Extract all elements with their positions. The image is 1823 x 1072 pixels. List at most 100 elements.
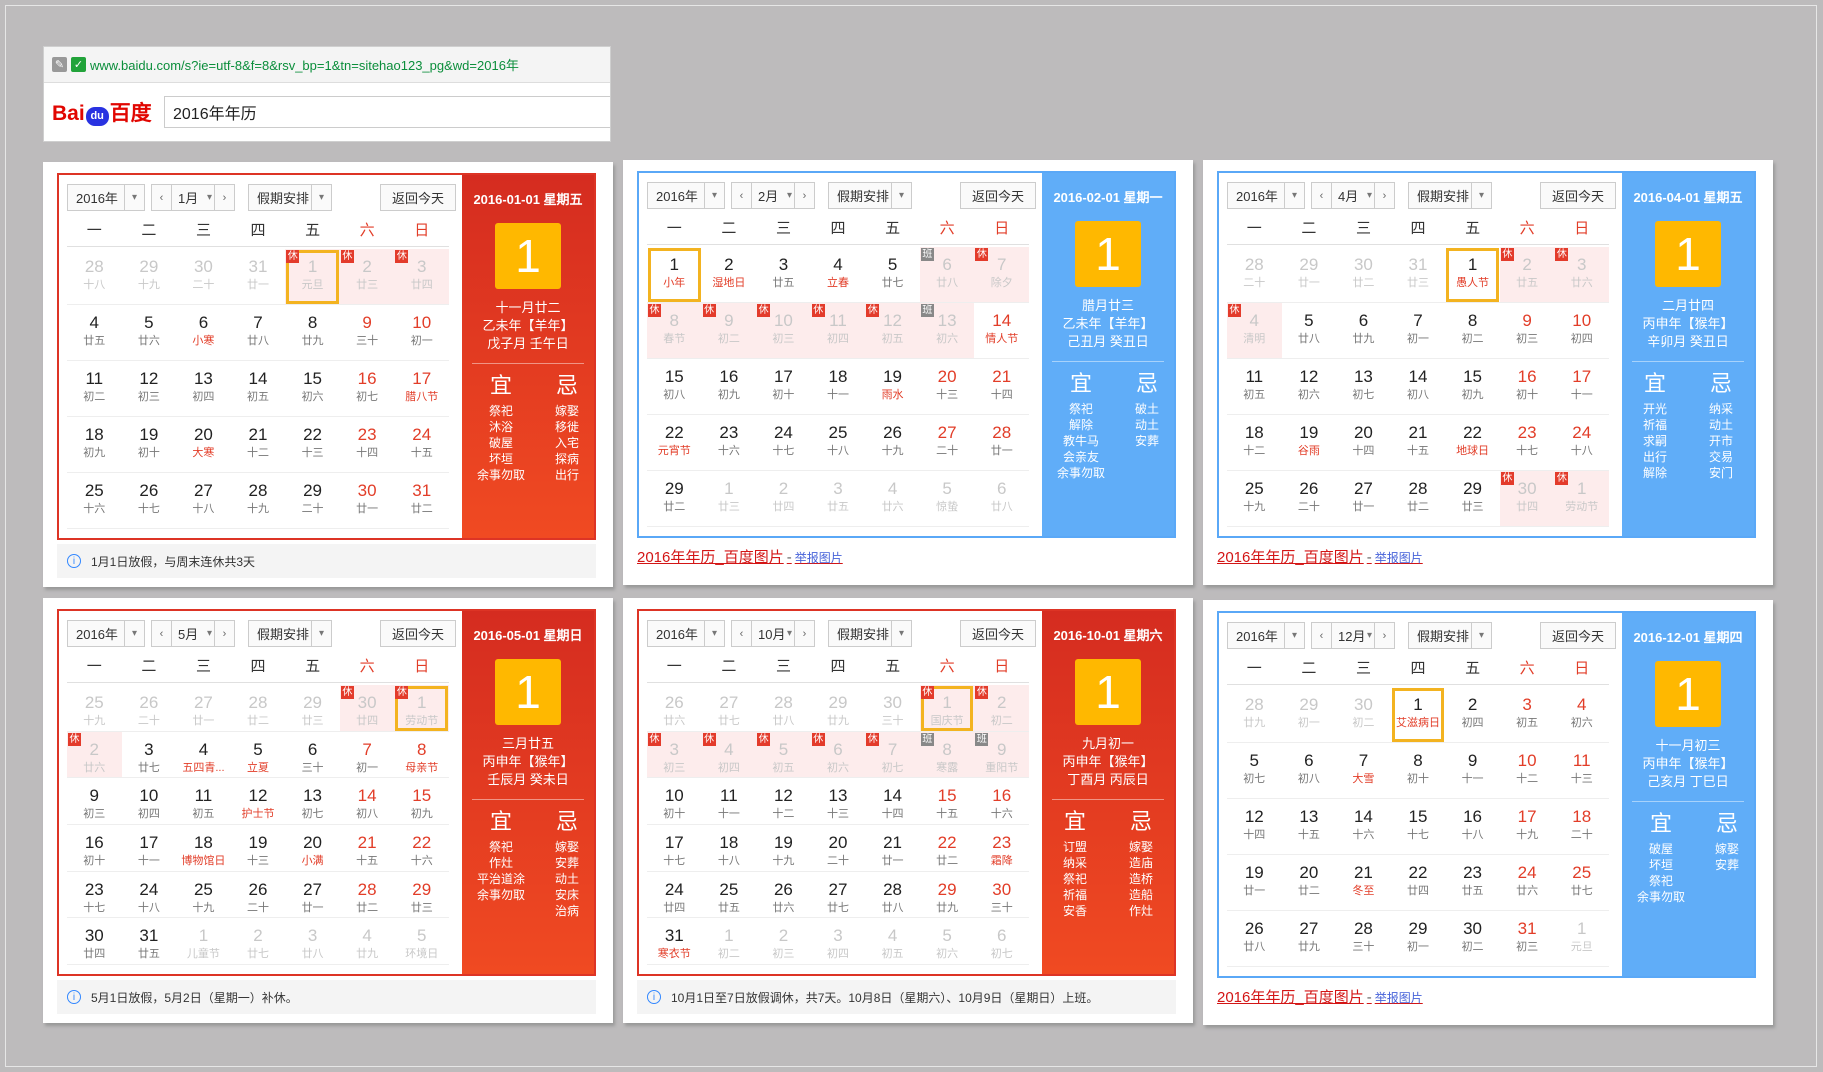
day-cell[interactable]: 25 十九: [1227, 471, 1282, 527]
day-cell[interactable]: 20 十四: [1336, 415, 1391, 471]
prev-month-icon[interactable]: ‹: [1312, 623, 1332, 648]
year-select[interactable]: 2016年 ▾: [647, 182, 725, 209]
day-cell[interactable]: 班 8 寒露: [919, 731, 975, 779]
day-cell[interactable]: 26 廿六: [756, 872, 811, 919]
day-cell[interactable]: 休 9 初二: [701, 303, 757, 359]
day-cell[interactable]: 26 廿八: [1227, 911, 1282, 967]
day-cell[interactable]: 10 初十: [647, 778, 702, 825]
day-cell[interactable]: 31 寒衣节: [647, 918, 702, 965]
day-cell[interactable]: 28 十九: [230, 473, 286, 529]
day-cell[interactable]: 13 初七: [1336, 359, 1391, 415]
day-cell[interactable]: 31 廿五: [121, 918, 177, 965]
back-to-today-button[interactable]: 返回今天: [380, 620, 456, 647]
day-cell[interactable]: 24 廿四: [647, 872, 702, 919]
day-cell[interactable]: 21 十五: [1390, 415, 1446, 471]
day-cell[interactable]: 18 十二: [1227, 415, 1282, 471]
day-cell[interactable]: 21 十二: [230, 417, 286, 473]
day-cell[interactable]: 19 谷雨: [1281, 415, 1337, 471]
day-cell[interactable]: 16 初十: [67, 825, 122, 872]
day-cell[interactable]: 21 廿一: [865, 825, 920, 872]
day-cell[interactable]: 4 廿六: [865, 471, 920, 527]
day-cell[interactable]: 29 廿三: [285, 685, 340, 732]
day-cell[interactable]: 7 大雪: [1336, 743, 1391, 799]
day-cell[interactable]: 休 2 初二: [974, 685, 1029, 732]
day-cell[interactable]: 18 初九: [67, 417, 122, 473]
day-cell[interactable]: 16 十六: [974, 778, 1029, 825]
day-cell[interactable]: 28 廿一: [974, 415, 1029, 471]
day-cell[interactable]: 31 廿三: [1390, 247, 1446, 303]
day-cell[interactable]: 14 情人节: [974, 303, 1029, 359]
day-cell[interactable]: 30 廿二: [1336, 247, 1391, 303]
day-cell[interactable]: 20 廿二: [1281, 855, 1337, 911]
day-cell[interactable]: 4 初五: [865, 918, 920, 965]
day-cell[interactable]: 11 初五: [176, 778, 231, 825]
day-cell[interactable]: 2 湿地日: [701, 247, 757, 303]
day-cell[interactable]: 23 十七: [67, 872, 122, 919]
day-cell[interactable]: 14 初五: [230, 361, 286, 417]
year-select[interactable]: 2016年 ▾: [1227, 622, 1305, 649]
day-cell[interactable]: 5 廿六: [121, 305, 177, 361]
day-cell[interactable]: 休 12 初五: [865, 303, 920, 359]
day-cell[interactable]: 17 十九: [1499, 799, 1555, 855]
day-cell[interactable]: 28 廿九: [1227, 687, 1282, 743]
day-cell[interactable]: 6 小寒: [176, 305, 231, 361]
month-select-value-box[interactable]: 10月 ▾: [752, 621, 794, 646]
day-cell[interactable]: 10 初四: [121, 778, 177, 825]
day-cell[interactable]: 29 廿九: [810, 685, 866, 732]
day-cell[interactable]: 12 初六: [1281, 359, 1337, 415]
day-cell[interactable]: 27 廿九: [1281, 911, 1337, 967]
day-cell[interactable]: 10 初四: [1554, 303, 1609, 359]
day-cell[interactable]: 1 艾滋病日: [1390, 687, 1446, 743]
day-cell[interactable]: 休 2 廿六: [67, 731, 122, 779]
day-cell[interactable]: 28 十八: [67, 249, 122, 305]
day-cell[interactable]: 24 十八: [121, 872, 177, 919]
holiday-select[interactable]: 假期安排 ▾: [248, 184, 332, 211]
day-cell[interactable]: 22 十六: [394, 825, 449, 872]
month-select[interactable]: ‹ 12月 ▾ ›: [1311, 622, 1395, 649]
day-cell[interactable]: 4 廿九: [339, 918, 395, 965]
image-source-title[interactable]: 2016年年历_百度图片: [637, 549, 784, 566]
month-select-value-box[interactable]: 12月 ▾: [1332, 623, 1374, 648]
day-cell[interactable]: 10 初一: [394, 305, 449, 361]
day-cell[interactable]: 21 十四: [974, 359, 1029, 415]
day-cell[interactable]: 休 3 初三: [647, 731, 702, 779]
day-cell[interactable]: 29 廿三: [394, 872, 449, 919]
day-cell[interactable]: 17 十一: [121, 825, 177, 872]
day-cell[interactable]: 休 2 廿三: [339, 249, 395, 305]
image-source-title[interactable]: 2016年年历_百度图片: [1217, 989, 1364, 1006]
day-cell[interactable]: 28 三十: [1336, 911, 1391, 967]
day-cell[interactable]: 1 儿童节: [176, 918, 231, 965]
day-cell[interactable]: 1 元旦: [1554, 911, 1609, 967]
day-cell[interactable]: 9 十一: [1445, 743, 1500, 799]
day-cell[interactable]: 4 初六: [1554, 687, 1609, 743]
day-cell[interactable]: 23 十七: [1499, 415, 1555, 471]
year-select[interactable]: 2016年 ▾: [1227, 182, 1305, 209]
day-cell[interactable]: 13 十五: [1281, 799, 1337, 855]
holiday-select[interactable]: 假期安排 ▾: [1408, 622, 1492, 649]
day-cell[interactable]: 班 9 重阳节: [974, 731, 1029, 779]
day-cell[interactable]: 30 初二: [1336, 687, 1391, 743]
day-cell[interactable]: 7 廿八: [230, 305, 286, 361]
day-cell[interactable]: 15 初九: [1445, 359, 1500, 415]
day-cell[interactable]: 12 十四: [1227, 799, 1282, 855]
day-cell[interactable]: 21 冬至: [1336, 855, 1391, 911]
report-image-link[interactable]: 举报图片: [795, 551, 843, 565]
day-cell[interactable]: 19 十九: [756, 825, 811, 872]
day-cell[interactable]: 休 4 清明: [1227, 303, 1282, 359]
month-select[interactable]: ‹ 5月 ▾ ›: [151, 620, 235, 647]
holiday-select[interactable]: 假期安排 ▾: [828, 620, 912, 647]
day-cell[interactable]: 3 廿五: [756, 247, 811, 303]
report-image-link[interactable]: 举报图片: [1375, 551, 1423, 565]
day-cell[interactable]: 31 廿二: [394, 473, 449, 529]
day-cell[interactable]: 2 廿四: [756, 471, 811, 527]
day-cell[interactable]: 8 初二: [1445, 303, 1500, 359]
day-cell[interactable]: 29 廿三: [1445, 471, 1500, 527]
back-to-today-button[interactable]: 返回今天: [380, 184, 456, 211]
day-cell[interactable]: 11 初二: [67, 361, 122, 417]
next-month-icon[interactable]: ›: [794, 621, 814, 646]
day-cell[interactable]: 30 廿四: [67, 918, 122, 965]
day-cell[interactable]: 4 廿五: [67, 305, 122, 361]
day-cell[interactable]: 休 4 初四: [701, 731, 757, 779]
report-image-link[interactable]: 举报图片: [1375, 991, 1423, 1005]
holiday-select[interactable]: 假期安排 ▾: [248, 620, 332, 647]
